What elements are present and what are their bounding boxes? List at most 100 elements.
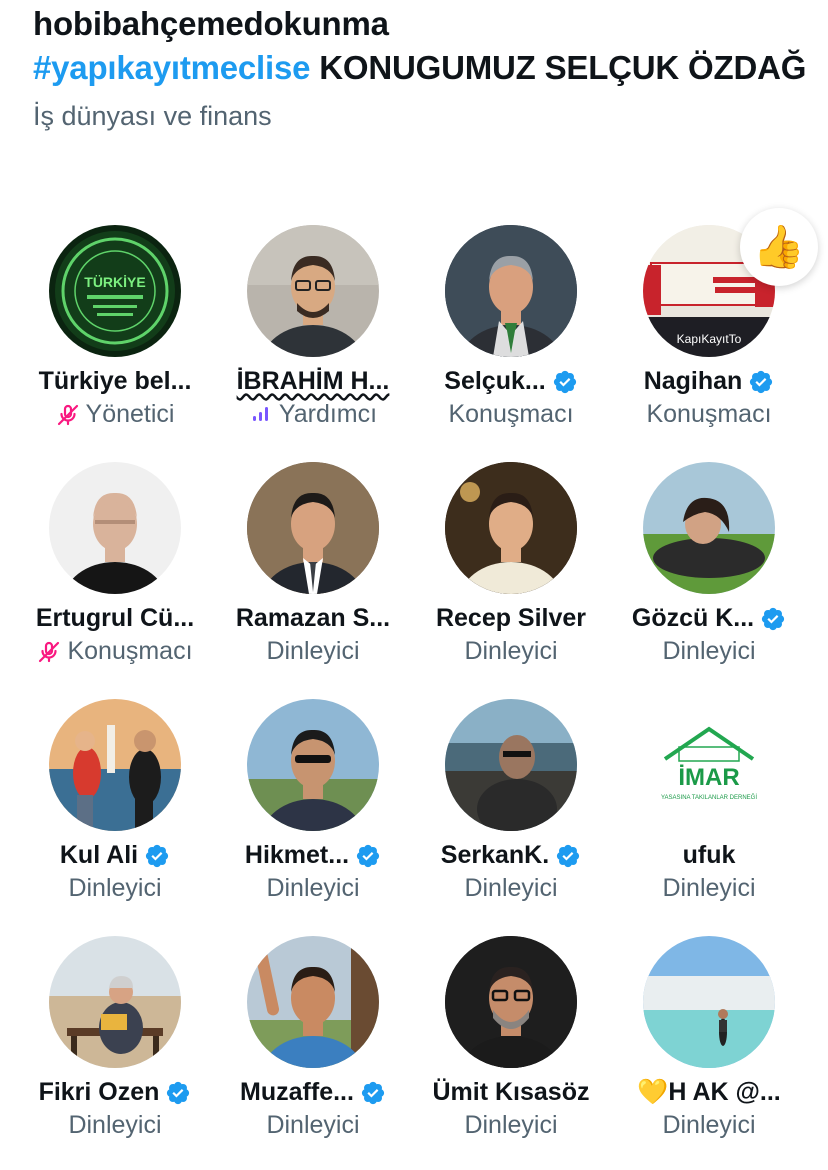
participant-name: SerkanK. (440, 841, 550, 869)
title-hashtag-link[interactable]: #yapıkayıtmeclise (33, 49, 310, 86)
avatar[interactable] (445, 225, 577, 357)
avatar[interactable] (49, 936, 181, 1068)
avatar[interactable] (445, 936, 577, 1068)
participant-card[interactable]: Hikmet... Dinleyici (214, 696, 412, 933)
participant-role: Konuşmacı (448, 400, 574, 428)
participants-grid: TÜRKİYE Türkiye bel... Yönetici İBRAHİM H… (16, 208, 818, 1170)
name-row: Ramazan S... (236, 604, 390, 633)
participant-role: Dinleyici (266, 1111, 360, 1139)
avatar[interactable] (445, 699, 577, 831)
avatar-logo-subtext: YASASINA TAKILANLAR DERNEĞİ (661, 794, 757, 801)
participant-name: Muzaffe... (240, 1078, 354, 1106)
role-row: Konuşmacı (448, 400, 573, 429)
space-topic[interactable]: İş dünyası ve finans (33, 98, 808, 134)
name-row: Muzaffe... (240, 1078, 386, 1107)
name-row: Nagihan (644, 367, 775, 396)
name-row: SerkanK. (441, 841, 581, 870)
name-row: Selçuk... (444, 367, 577, 396)
avatar[interactable] (247, 936, 379, 1068)
name-row: Recep Silver (436, 604, 586, 633)
avatar-image (445, 225, 577, 357)
participant-card[interactable]: İMAR YASASINA TAKILANLAR DERNEĞİ ufuk Dinl… (610, 696, 808, 933)
participant-card[interactable]: İBRAHİM H... Yardımcı (214, 222, 412, 459)
participant-card[interactable]: 💛H AK @... Dinleyici (610, 933, 808, 1170)
name-row: ufuk (683, 841, 736, 870)
avatar[interactable] (49, 699, 181, 831)
verified-badge-icon (167, 1081, 190, 1104)
avatar[interactable] (445, 462, 577, 594)
participant-name: ufuk (682, 841, 736, 869)
avatar[interactable] (643, 936, 775, 1068)
avatar-image (49, 699, 181, 831)
participant-name: Ümit Kısasöz (432, 1078, 590, 1106)
avatar[interactable] (247, 699, 379, 831)
participant-name: Türkiye bel... (38, 367, 192, 395)
verified-badge-icon (553, 370, 576, 393)
space-header: hobibahçemedokunma #yapıkayıtmeclise KON… (33, 2, 808, 134)
participant-card[interactable]: Ertugrul Cü... Konuşmacı (16, 459, 214, 696)
participant-name: Hikmet... (244, 841, 350, 869)
participant-card[interactable]: SerkanK. Dinleyici (412, 696, 610, 933)
verified-badge-icon (557, 844, 580, 867)
space-title: #yapıkayıtmeclise KONUGUMUZ SELÇUK ÖZDAĞ (33, 46, 808, 90)
participant-role: Dinleyici (662, 874, 756, 902)
avatar[interactable] (247, 225, 379, 357)
avatar[interactable]: TÜRKİYE (49, 225, 181, 357)
avatar-logo-text: TÜRKİYE (84, 274, 145, 290)
avatar[interactable] (643, 462, 775, 594)
avatar-image (445, 462, 577, 594)
role-row: Yönetici (56, 400, 175, 429)
name-row: Türkiye bel... (39, 367, 192, 396)
avatar-logo-text: İMAR (678, 764, 739, 791)
participant-card[interactable]: Recep Silver Dinleyici (412, 459, 610, 696)
participant-card[interactable]: Fikri Ozen Dinleyici (16, 933, 214, 1170)
role-row: Dinleyici (662, 637, 755, 666)
participant-role: Yönetici (85, 400, 175, 428)
participant-card[interactable]: Ümit Kısasöz Dinleyici (412, 933, 610, 1170)
thumbs-up-reaction-icon: 👍 (740, 208, 818, 286)
participant-name: Selçuk... (444, 367, 546, 395)
name-row: 💛H AK @... (637, 1078, 780, 1107)
participant-name: Ertugrul Cü... (35, 604, 195, 632)
avatar-image: TÜRKİYE (49, 225, 181, 357)
participant-role: Dinleyici (464, 1111, 558, 1139)
role-row: Dinleyici (464, 1111, 557, 1140)
avatar-image (643, 936, 775, 1068)
role-row: Dinleyici (68, 874, 161, 903)
role-row: Dinleyici (266, 874, 359, 903)
avatar-image (247, 699, 379, 831)
verified-badge-icon (146, 844, 169, 867)
participant-role: Dinleyici (266, 874, 360, 902)
role-row: Yardımcı (249, 400, 377, 429)
participant-card[interactable]: Muzaffe... Dinleyici (214, 933, 412, 1170)
participant-card[interactable]: Kul Ali Dinleyici (16, 696, 214, 933)
participant-card[interactable]: KapıKayıtTo 👍 Nagihan Konuşmacı (610, 208, 818, 459)
participant-name: 💛H AK @... (637, 1078, 781, 1106)
participant-role: Yardımcı (278, 400, 378, 428)
participant-role: Dinleyici (464, 637, 558, 665)
name-row: Ümit Kısasöz (433, 1078, 590, 1107)
participant-role: Dinleyici (266, 637, 360, 665)
role-row: Dinleyici (662, 874, 755, 903)
role-row: Konuşmacı (37, 637, 193, 666)
avatar-image (247, 462, 379, 594)
avatar-image (49, 936, 181, 1068)
avatar[interactable] (49, 462, 181, 594)
title-text: KONUGUMUZ SELÇUK ÖZDAĞ (310, 49, 807, 86)
participant-card[interactable]: TÜRKİYE Türkiye bel... Yönetici (16, 222, 214, 459)
mic-off-icon (39, 641, 60, 662)
participant-card[interactable]: Ramazan S... Dinleyici (214, 459, 412, 696)
mic-off-icon (57, 404, 78, 425)
avatar-image (445, 699, 577, 831)
name-row: Ertugrul Cü... (36, 604, 194, 633)
participant-role: Dinleyici (662, 1111, 756, 1139)
space-host[interactable]: hobibahçemedokunma (33, 2, 808, 46)
participant-card[interactable]: Selçuk... Konuşmacı (412, 222, 610, 459)
name-row: Fikri Ozen (39, 1078, 192, 1107)
avatar[interactable]: İMAR YASASINA TAKILANLAR DERNEĞİ (643, 699, 775, 831)
participant-role: Konuşmacı (67, 637, 193, 665)
participant-card[interactable]: Gözcü K... Dinleyici (610, 459, 808, 696)
avatar-image (247, 936, 379, 1068)
avatar[interactable] (247, 462, 379, 594)
participant-name: Nagihan (643, 367, 743, 395)
